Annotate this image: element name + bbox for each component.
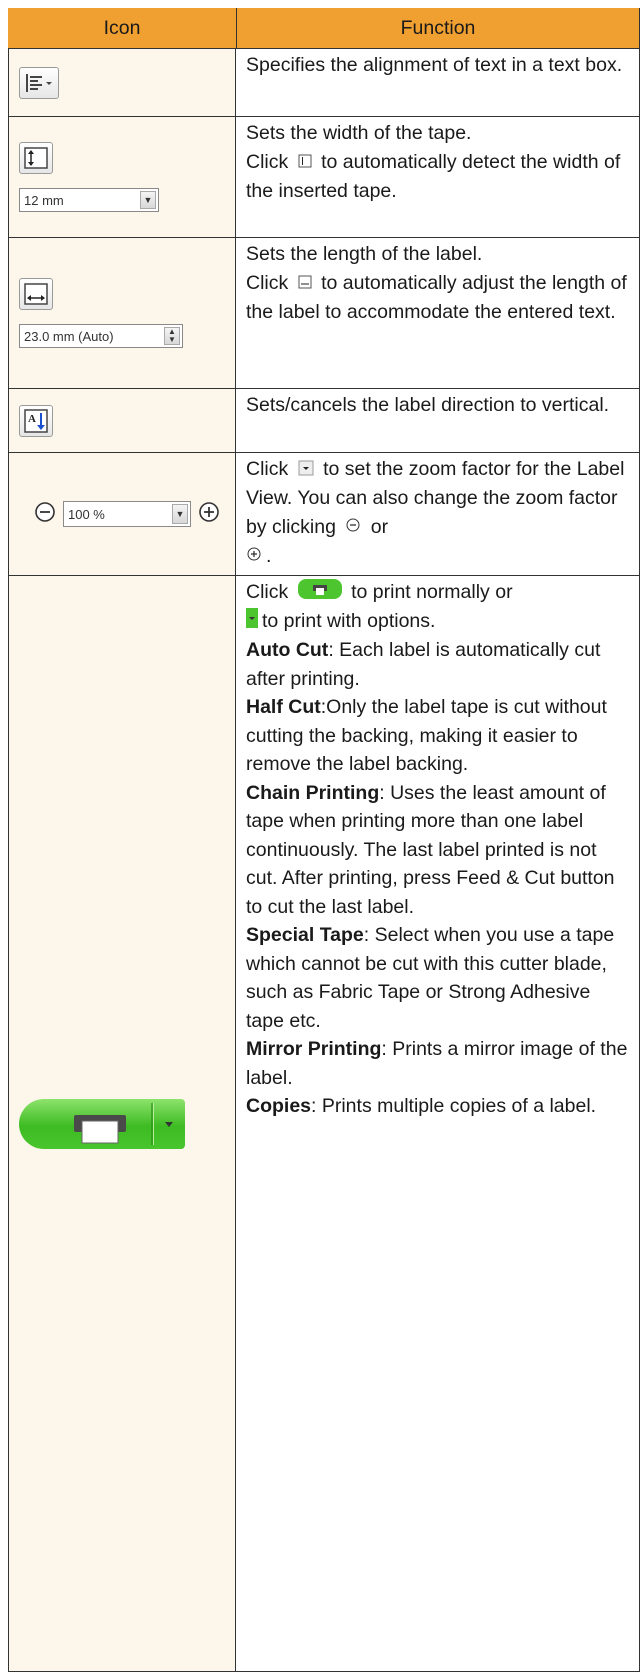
mirror-printing-label: Mirror Printing — [246, 1038, 382, 1061]
table-header: Icon Function — [8, 8, 640, 49]
icon-cell: 12 mm ▼ — [8, 117, 236, 237]
print-intro-a: Click — [246, 581, 289, 603]
print-options-inline-icon — [246, 607, 258, 637]
function-cell: Click to set the zoom factor for the Lab… — [236, 453, 640, 575]
copies-text: : Prints multiple copies of a label. — [311, 1095, 597, 1118]
length-text-2a: Click — [246, 271, 289, 294]
table-row-direction: A Sets/cancels the label direction to ve… — [8, 389, 640, 453]
function-cell: Sets the length of the label. Click to a… — [236, 238, 640, 388]
print-intro-b: to print normally or — [351, 581, 513, 603]
label-length-value: 23.0 mm (Auto) — [24, 328, 114, 344]
width-text-2a: Click — [246, 150, 289, 173]
function-cell: Sets/cancels the label direction to vert… — [236, 389, 640, 452]
label-length-icon — [19, 278, 53, 310]
tape-width-select[interactable]: 12 mm ▼ — [19, 188, 159, 212]
function-column-header: Function — [237, 8, 640, 48]
icon-column-header: Icon — [8, 8, 237, 48]
icon-cell: 100 % ▼ — [8, 453, 236, 575]
table-row-alignment: Specifies the alignment of text in a tex… — [8, 49, 640, 117]
function-cell: Sets the width of the tape. Click to aut… — [236, 117, 640, 237]
print-intro-c: to print with options. — [262, 610, 436, 633]
table-row-tape-width: 12 mm ▼ Sets the width of the tape. Clic… — [8, 117, 640, 238]
table-row-label-length: 23.0 mm (Auto) ▲ ▼ Sets the length of the… — [8, 238, 640, 389]
function-table: Icon Function Specifies the alignment of… — [8, 8, 640, 1672]
width-text-1: Sets the width of the tape. — [246, 122, 472, 144]
function-cell: Click to print normally or to print with… — [236, 576, 640, 1671]
auto-width-icon — [298, 148, 312, 177]
function-cell: Specifies the alignment of text in a tex… — [236, 49, 640, 116]
label-length-spinner[interactable]: 23.0 mm (Auto) ▲ ▼ — [19, 324, 183, 348]
special-tape-label: Special Tape — [246, 924, 364, 947]
spinner-arrows-icon[interactable]: ▲ ▼ — [164, 327, 180, 345]
tape-width-value: 12 mm — [24, 192, 64, 208]
icon-cell: A — [8, 389, 236, 452]
copies-label: Copies — [246, 1095, 312, 1118]
zoom-select[interactable]: 100 % ▼ — [63, 501, 191, 527]
zoom-text-2a: You can also change the zoom factor by c… — [246, 487, 618, 538]
icon-cell — [8, 576, 236, 1671]
zoom-text-1a: Click — [246, 458, 289, 480]
zoom-text-2c: . — [266, 544, 272, 567]
auto-cut-label: Auto Cut — [246, 639, 329, 662]
alignment-description: Specifies the alignment of text in a tex… — [246, 54, 623, 76]
print-button[interactable] — [19, 1098, 185, 1149]
icon-cell: 23.0 mm (Auto) ▲ ▼ — [8, 238, 236, 388]
chevron-down-icon[interactable]: ▼ — [140, 191, 156, 209]
zoom-out-icon[interactable] — [33, 500, 57, 529]
text-align-icon — [19, 66, 59, 99]
direction-description: Sets/cancels the label direction to vert… — [246, 394, 610, 416]
table-row-print: Click to print normally or to print with… — [8, 576, 640, 1672]
svg-text:A: A — [28, 413, 36, 425]
zoom-text-2b: or — [370, 515, 389, 538]
half-cut-label: Half Cut — [246, 696, 321, 719]
chevron-down-icon[interactable]: ▼ — [172, 504, 188, 524]
zoom-in-icon[interactable] — [197, 500, 221, 529]
chevron-down-icon — [298, 456, 314, 485]
vertical-text-icon: A — [19, 404, 53, 437]
table-row-zoom: 100 % ▼ Click to set the zoom factor for… — [8, 453, 640, 576]
zoom-in-inline-icon — [246, 542, 262, 571]
zoom-value: 100 % — [68, 506, 105, 522]
chain-printing-label: Chain Printing — [246, 781, 380, 804]
print-inline-icon — [297, 578, 342, 608]
length-text-1: Sets the length of the label. — [246, 243, 483, 265]
icon-cell — [8, 49, 236, 116]
zoom-out-inline-icon — [345, 513, 361, 542]
tape-width-icon — [19, 142, 53, 174]
auto-length-icon — [298, 269, 312, 298]
